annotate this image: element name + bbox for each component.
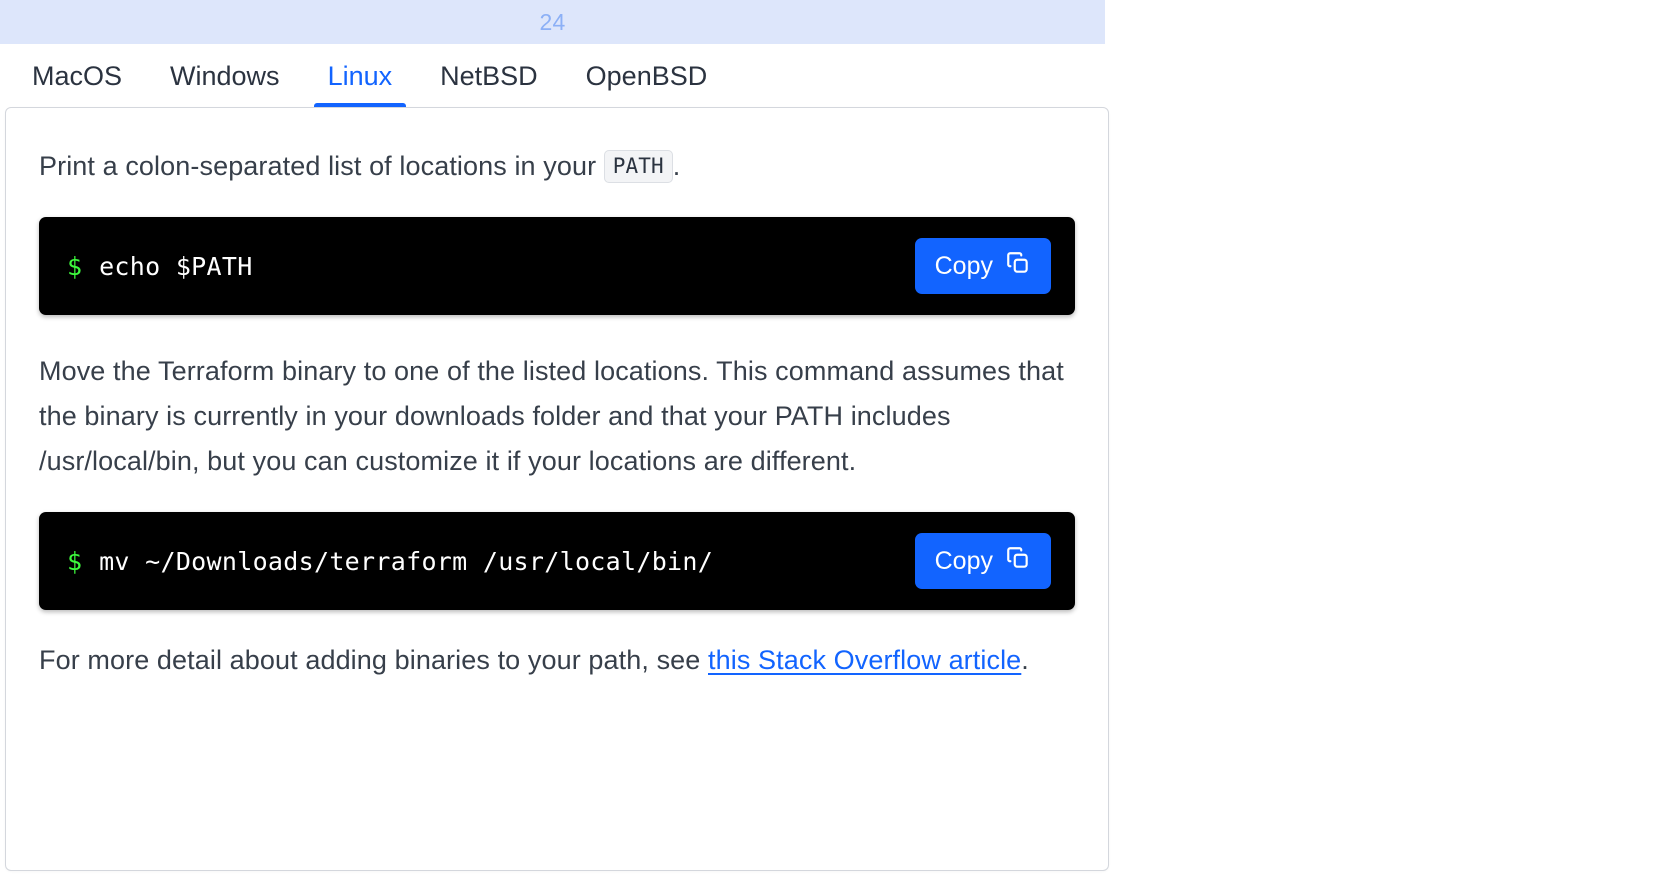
stack-overflow-article-link[interactable]: this Stack Overflow article: [708, 645, 1021, 675]
shell-prompt-icon: $: [67, 251, 83, 281]
tab-panel-linux: Print a colon-separated list of location…: [5, 107, 1109, 871]
top-highlight-bar: 24: [0, 0, 1105, 44]
tab-label: NetBSD: [440, 60, 538, 91]
os-tab-bar: MacOS Windows Linux NetBSD OpenBSD: [0, 44, 1105, 108]
copy-button-label: Copy: [934, 251, 993, 280]
tab-macos[interactable]: MacOS: [18, 44, 136, 108]
paragraph-move-binary: Move the Terraform binary to one of the …: [39, 356, 1064, 476]
tab-label: MacOS: [32, 60, 123, 91]
copy-button-mv-terraform[interactable]: Copy: [914, 533, 1051, 589]
tab-label: Linux: [327, 60, 393, 91]
paragraph-text-before-link: For more detail about adding binaries to…: [39, 645, 708, 675]
terminal-command-text: mv ~/Downloads/terraform /usr/local/bin/: [99, 546, 714, 576]
paragraph-text-before-code: Print a colon-separated list of location…: [39, 151, 597, 181]
tab-openbsd[interactable]: OpenBSD: [572, 44, 722, 108]
shell-prompt-icon: $: [67, 546, 83, 576]
terminal-block-mv-terraform: $ mv ~/Downloads/terraform /usr/local/bi…: [39, 512, 1075, 610]
paragraph-text-after-code: .: [672, 151, 681, 181]
tab-netbsd[interactable]: NetBSD: [426, 44, 552, 108]
copy-button-echo-path[interactable]: Copy: [914, 238, 1051, 294]
copy-icon: [1005, 545, 1031, 578]
terminal-command-text: echo $PATH: [99, 251, 253, 281]
paragraph-text-after-link: .: [1021, 645, 1029, 675]
tab-label: OpenBSD: [585, 60, 708, 91]
paragraph-more-detail: For more detail about adding binaries to…: [39, 638, 1075, 683]
tab-linux[interactable]: Linux: [313, 44, 407, 108]
copy-button-label: Copy: [934, 546, 993, 575]
tab-label: Windows: [170, 60, 280, 91]
terminal-block-echo-path: $ echo $PATH Copy: [39, 217, 1075, 315]
copy-icon: [1005, 250, 1031, 283]
tab-windows[interactable]: Windows: [156, 44, 294, 108]
paragraph-path-intro: Print a colon-separated list of location…: [39, 144, 1075, 189]
inline-code-path: PATH: [603, 150, 673, 183]
top-bar-count-label: 24: [539, 8, 566, 35]
